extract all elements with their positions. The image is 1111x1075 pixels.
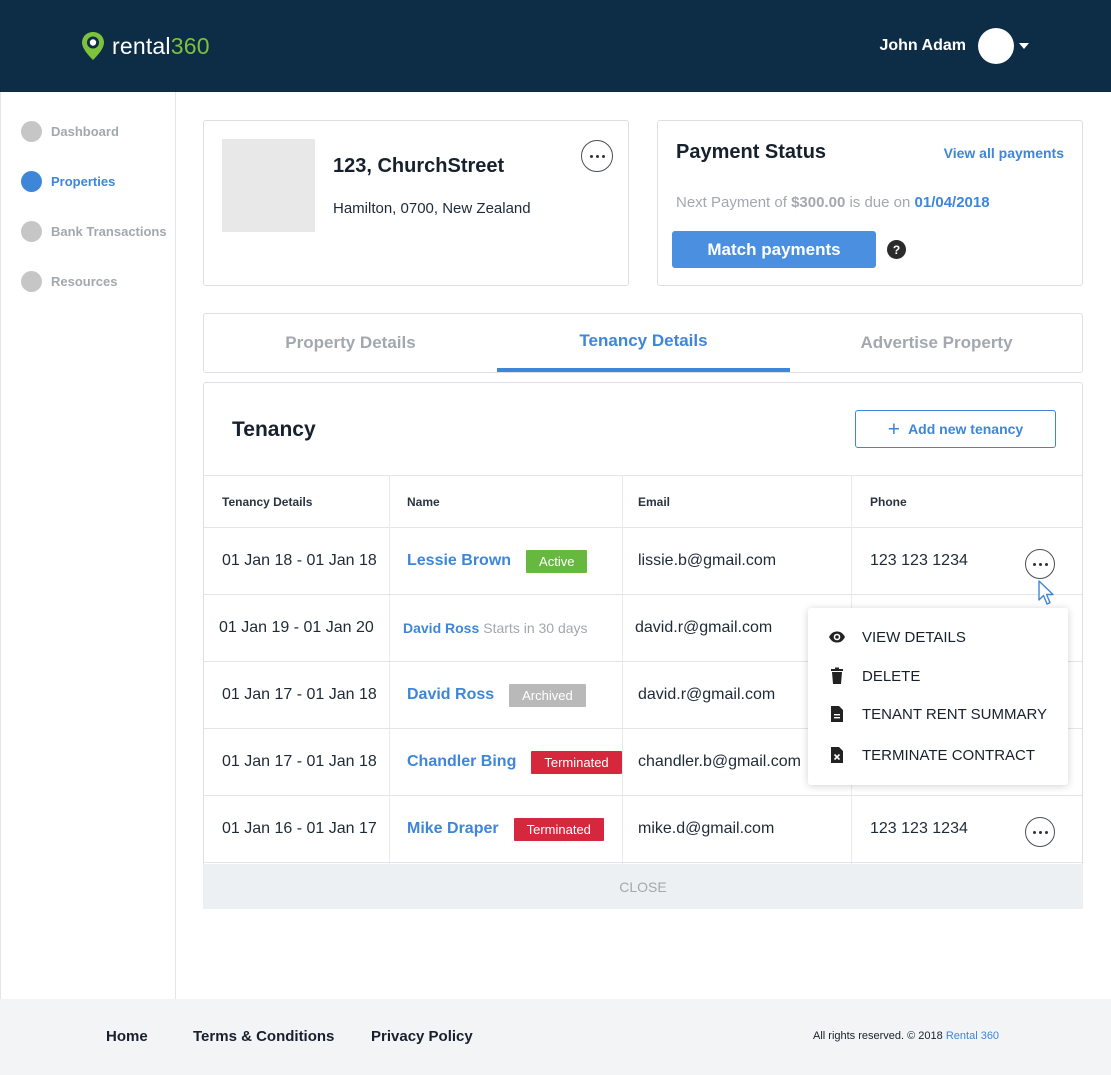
tenant-email: mike.d@gmail.com — [638, 820, 775, 837]
tenancy-period: 01 Jan 17 - 01 Jan 18 — [222, 686, 377, 703]
next-payment-note: Next Payment of $300.00 is due on 01/04/… — [676, 194, 990, 211]
menu-item-label: TERMINATE CONTRACT — [862, 746, 1036, 764]
trash-icon — [831, 667, 843, 684]
property-image — [222, 139, 315, 232]
property-address: Hamilton, 0700, New Zealand — [333, 200, 531, 217]
footer-link-home[interactable]: Home — [106, 1028, 148, 1045]
status-badge: Terminated — [513, 817, 604, 841]
sidebar-item-properties[interactable]: Properties — [21, 171, 115, 192]
status-badge: Active — [526, 549, 588, 573]
payment-status-title: Payment Status — [676, 141, 827, 163]
eye-icon — [829, 631, 845, 643]
brand-logo[interactable]: rental360 — [80, 31, 210, 61]
bank-transactions-icon — [21, 221, 42, 242]
top-header: rental360 John Adam — [0, 0, 1111, 92]
user-menu[interactable]: John Adam — [879, 28, 1029, 64]
tab-advertise-property[interactable]: Advertise Property — [790, 314, 1083, 372]
sidebar-item-label: Properties — [51, 174, 116, 189]
column-header: Phone — [870, 495, 907, 509]
column-header: Name — [407, 495, 440, 509]
more-options-icon[interactable] — [1025, 817, 1055, 847]
resources-icon — [21, 271, 42, 292]
table-row[interactable]: 01 Jan 18 - 01 Jan 18 Lessie Brown Activ… — [204, 528, 1082, 595]
dashboard-icon — [21, 121, 42, 142]
add-new-tenancy-label: Add new tenancy — [908, 421, 1024, 437]
tenancy-period: 01 Jan 19 - 01 Jan 20 — [219, 619, 374, 636]
location-pin-icon — [82, 32, 104, 60]
cursor-icon — [1038, 580, 1054, 605]
sidebar-item-resources[interactable]: Resources — [21, 271, 117, 292]
status-note: Starts in 30 days — [483, 620, 588, 636]
properties-icon — [21, 171, 42, 192]
tenant-name-cell: Mike Draper Terminated — [407, 796, 604, 862]
help-icon[interactable]: ? — [887, 240, 906, 259]
detail-tabs: Property Details Tenancy Details Adverti… — [203, 313, 1083, 373]
avatar[interactable] — [978, 28, 1014, 64]
menu-item-terminate-contract[interactable]: TERMINATE CONTRACT — [828, 746, 1035, 764]
menu-item-delete[interactable]: DELETE — [828, 667, 920, 685]
tenant-name-cell: Chandler Bing Terminated — [407, 729, 622, 795]
tenant-email: chandler.b@gmail.com — [638, 753, 801, 770]
tenant-name-link[interactable]: David Ross — [403, 620, 479, 636]
logo-text: rental360 — [112, 32, 210, 59]
table-row[interactable]: 01 Jan 16 - 01 Jan 17 Mike Draper Termin… — [204, 796, 1082, 863]
payment-status-card: Payment Status View all payments Next Pa… — [657, 120, 1083, 286]
add-new-tenancy-button[interactable]: + Add new tenancy — [855, 410, 1056, 448]
more-options-icon[interactable] — [581, 140, 613, 172]
tenant-name-link[interactable]: David Ross — [407, 686, 494, 704]
sidebar-item-dashboard[interactable]: Dashboard — [21, 121, 119, 142]
tenant-email: lissie.b@gmail.com — [638, 552, 777, 569]
document-x-icon — [831, 747, 843, 763]
tenant-name-link[interactable]: Mike Draper — [407, 820, 499, 838]
column-header: Tenancy Details — [222, 495, 313, 509]
tenant-name-cell: David Ross Archived — [407, 662, 586, 728]
tenancy-period: 01 Jan 18 - 01 Jan 18 — [222, 552, 377, 569]
menu-item-label: TENANT RENT SUMMARY — [862, 705, 1048, 723]
payment-amount: $300.00 — [791, 194, 846, 211]
property-title: 123, ChurchStreet — [333, 155, 505, 177]
plus-icon: + — [887, 417, 901, 441]
more-options-icon[interactable] — [1025, 549, 1055, 579]
view-all-payments-link[interactable]: View all payments — [944, 145, 1064, 161]
tenant-phone: 123 123 1234 — [870, 552, 968, 569]
tenant-name-cell: David Ross Starts in 30 days — [403, 595, 588, 661]
tenant-name-cell: Lessie Brown Active — [407, 528, 588, 594]
sidebar-item-label: Dashboard — [51, 124, 119, 139]
copyright-text: All rights reserved. © 2018 Rental 360 — [813, 1030, 1000, 1042]
tenant-email: david.r@gmail.com — [638, 686, 776, 703]
footer-link-privacy[interactable]: Privacy Policy — [371, 1028, 473, 1045]
tenant-phone: 123 123 1234 — [870, 820, 968, 837]
sidebar-item-label: Bank Transactions — [51, 224, 167, 239]
match-payments-button[interactable]: Match payments — [672, 231, 876, 268]
status-badge: Terminated — [531, 750, 622, 774]
menu-item-tenant-rent-summary[interactable]: TENANT RENT SUMMARY — [828, 705, 1047, 723]
column-header: Email — [638, 495, 671, 509]
table-header: Tenancy Details Name Email Phone — [204, 475, 1082, 528]
tenant-email: david.r@gmail.com — [635, 619, 773, 636]
menu-item-label: VIEW DETAILS — [862, 628, 966, 646]
user-name: John Adam — [879, 37, 966, 54]
sidebar-item-label: Resources — [51, 274, 118, 289]
tenancy-period: 01 Jan 17 - 01 Jan 18 — [222, 753, 377, 770]
sidebar-item-bank-transactions[interactable]: Bank Transactions — [21, 221, 167, 242]
tenancy-title: Tenancy — [232, 418, 316, 441]
payment-due-date: 01/04/2018 — [914, 194, 990, 211]
menu-item-label: DELETE — [862, 667, 921, 685]
tab-tenancy-details[interactable]: Tenancy Details — [497, 314, 790, 372]
document-icon — [831, 706, 843, 722]
property-card: 123, ChurchStreet Hamilton, 0700, New Ze… — [203, 120, 629, 286]
row-actions-menu: VIEW DETAILS DELETE TENANT RENT SUMMARY … — [808, 608, 1068, 785]
close-button[interactable]: CLOSE — [203, 864, 1083, 909]
chevron-down-icon[interactable] — [1019, 43, 1029, 49]
footer: Home Terms & Conditions Privacy Policy A… — [0, 999, 1111, 1075]
menu-item-view-details[interactable]: VIEW DETAILS — [828, 628, 966, 646]
tenant-name-link[interactable]: Chandler Bing — [407, 753, 516, 771]
tenant-name-link[interactable]: Lessie Brown — [407, 552, 511, 570]
sidebar: Dashboard Properties Bank Transactions R… — [0, 92, 176, 999]
brand-link[interactable]: Rental 360 — [946, 1030, 999, 1042]
status-badge: Archived — [509, 683, 586, 707]
tenancy-period: 01 Jan 16 - 01 Jan 17 — [222, 820, 377, 837]
footer-link-terms[interactable]: Terms & Conditions — [193, 1028, 334, 1045]
tab-property-details[interactable]: Property Details — [204, 314, 497, 372]
